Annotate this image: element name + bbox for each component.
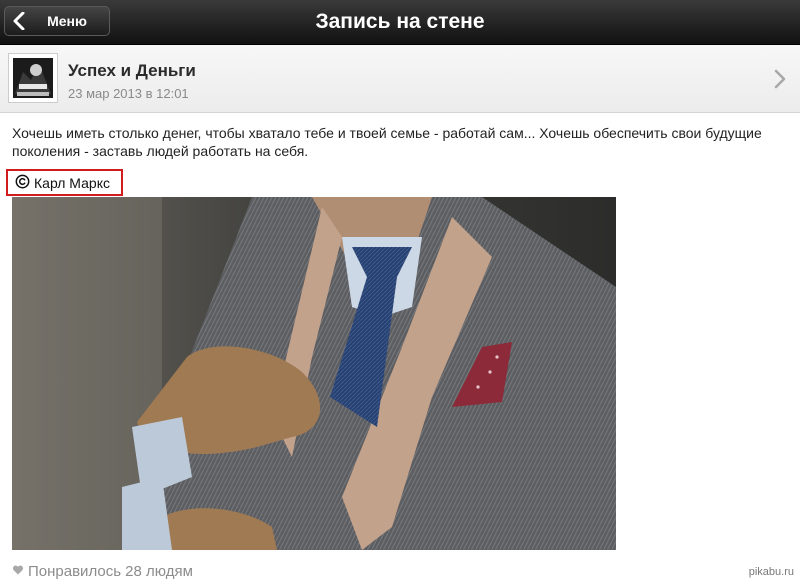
watermark: pikabu.ru — [748, 566, 794, 578]
likes-counter[interactable]: Понравилось 28 людям — [12, 563, 193, 580]
post-text: Хочешь иметь столько денег, чтобы хватал… — [12, 125, 762, 159]
group-name[interactable]: Успех и Деньги — [68, 61, 196, 81]
likes-text: Понравилось 28 людям — [28, 563, 193, 580]
quote-author: Карл Маркс — [34, 174, 110, 191]
group-avatar[interactable] — [8, 53, 58, 103]
top-navigation-bar: Меню Запись на стене — [0, 0, 800, 45]
post-photo[interactable] — [12, 197, 616, 550]
copyright-icon — [15, 174, 30, 192]
quote-author-highlight: Карл Маркс — [6, 169, 123, 196]
page-title: Запись на стене — [315, 10, 485, 33]
chevron-right-icon[interactable] — [774, 69, 786, 94]
post-author-row[interactable]: Успех и Деньги 23 мар 2013 в 12:01 — [0, 45, 800, 113]
post-date: 23 мар 2013 в 12:01 — [68, 86, 189, 101]
heart-icon — [12, 563, 24, 580]
